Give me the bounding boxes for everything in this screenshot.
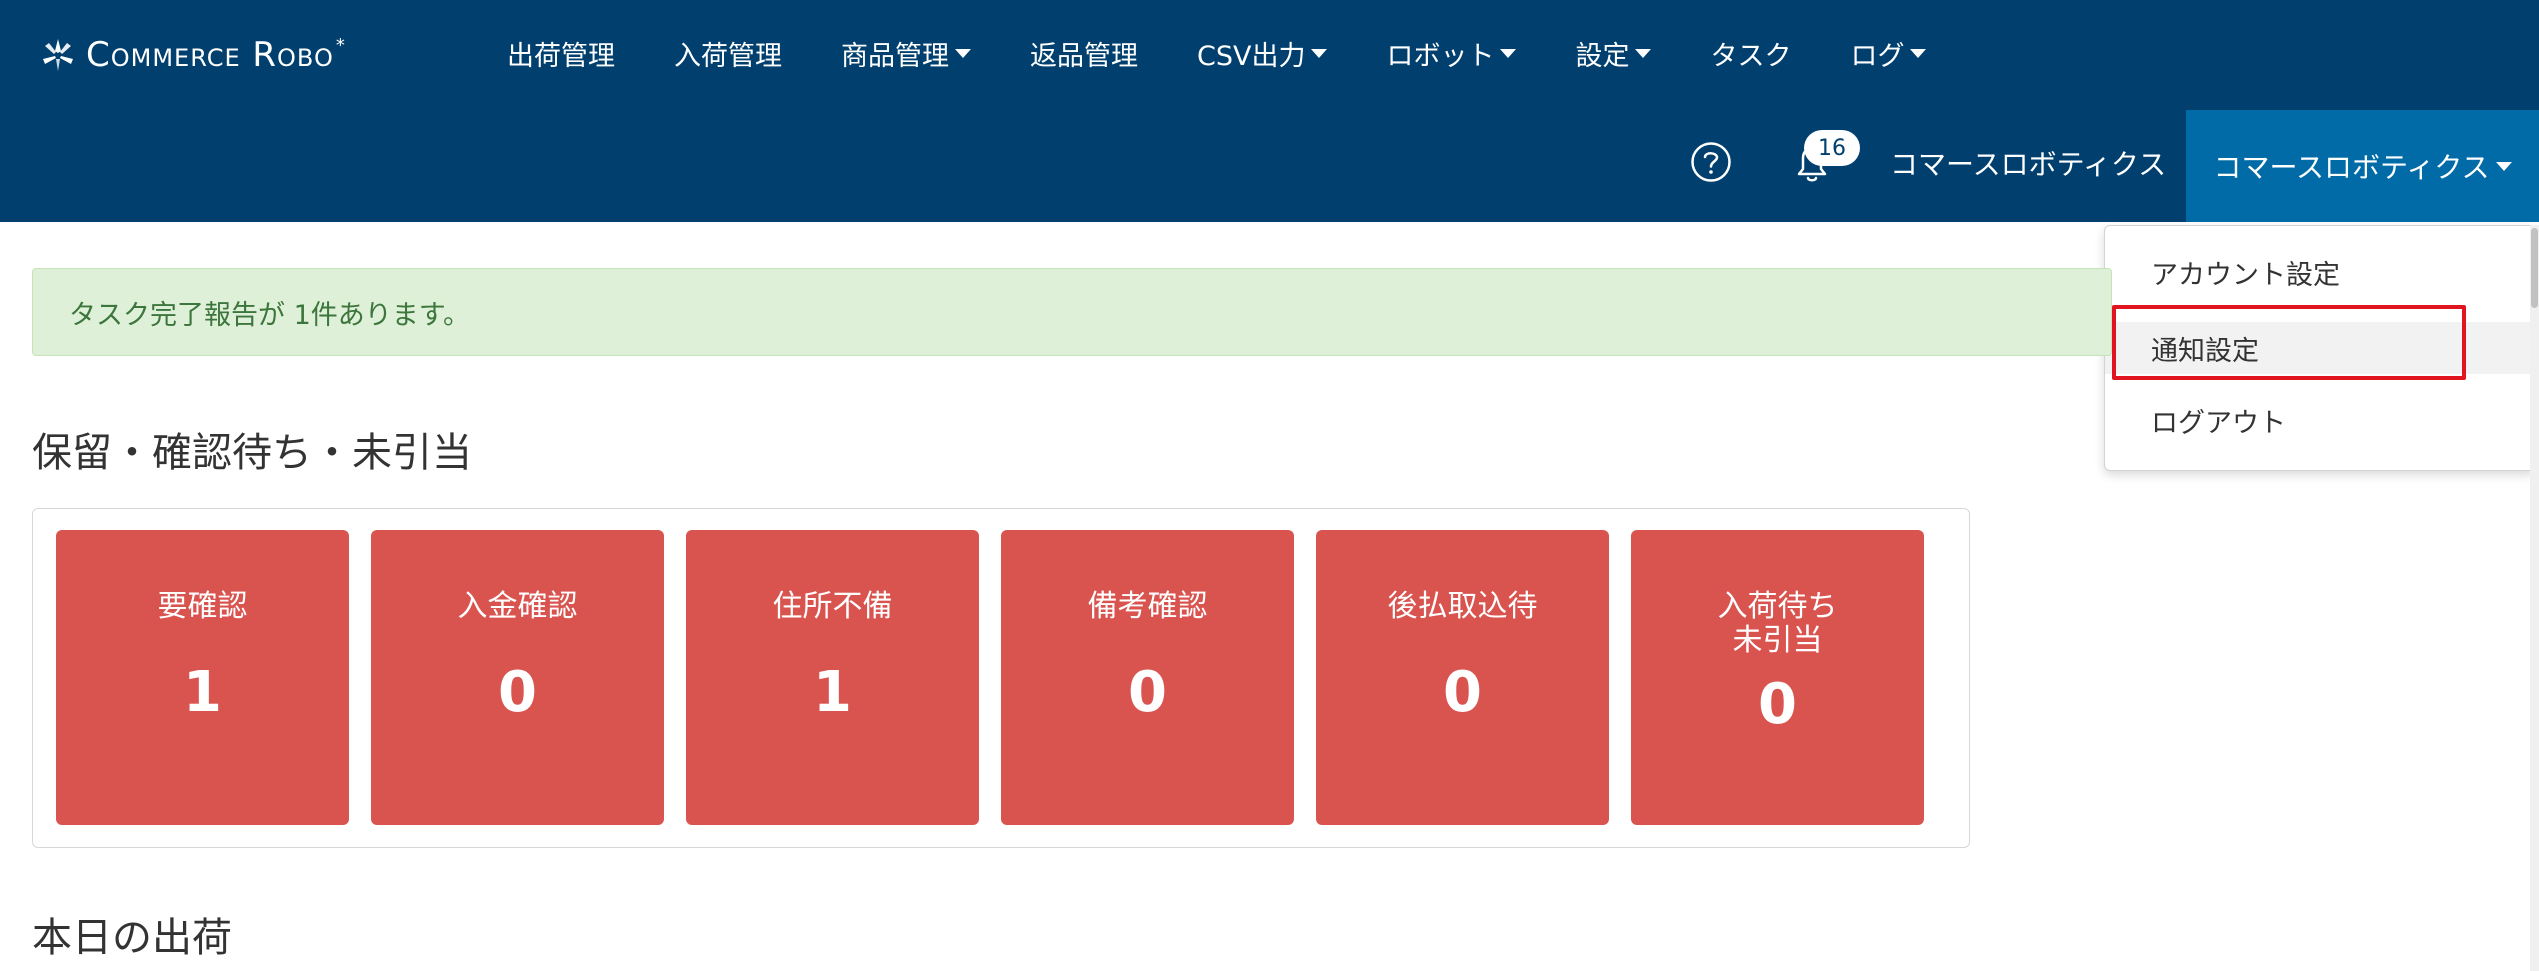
card-value: 0 — [498, 660, 537, 725]
card-label: 入金確認 — [457, 589, 578, 624]
nav-products[interactable]: 商品管理 — [841, 34, 971, 73]
user-dropdown-toggle[interactable]: コマースロボティクス — [2186, 110, 2539, 222]
status-card-remarks-check[interactable]: 備考確認 0 — [1001, 530, 1294, 825]
nav-returns[interactable]: 返品管理 — [1030, 34, 1138, 73]
nav-label: ログ — [1850, 40, 1905, 72]
nav-robot[interactable]: ロボット — [1386, 34, 1517, 73]
nav-settings[interactable]: 設定 — [1575, 34, 1652, 73]
menu-item-logout[interactable]: ログアウト — [2105, 394, 2535, 446]
task-complete-alert: タスク完了報告が 1件あります。 — [32, 268, 2112, 356]
nav-label: 設定 — [1575, 40, 1630, 72]
help-icon[interactable] — [1690, 141, 1732, 183]
menu-item-label: ログアウト — [2151, 407, 2286, 439]
card-label: 要確認 — [157, 589, 248, 624]
caret-down-icon — [1635, 48, 1652, 58]
nav-label: ロボット — [1386, 40, 1495, 72]
nav-shipping[interactable]: 出荷管理 — [507, 34, 615, 73]
nav-label: タスク — [1710, 40, 1792, 72]
card-label: 備考確認 — [1087, 589, 1208, 624]
card-value: 1 — [813, 660, 852, 725]
card-value: 1 — [183, 660, 222, 725]
card-value: 0 — [1758, 672, 1797, 737]
section-title-today-shipments: 本日の出荷 — [32, 915, 232, 961]
caret-down-icon — [955, 48, 971, 58]
card-label: 住所不備 — [772, 589, 893, 624]
user-name-link[interactable]: コマースロボティクス — [1890, 143, 2166, 183]
main-nav: 出荷管理 入荷管理 商品管理 返品管理 CSV出力 ロボット 設定 タスク ログ — [507, 28, 1985, 78]
nav-tasks[interactable]: タスク — [1710, 34, 1791, 73]
menu-item-account-settings[interactable]: アカウント設定 — [2105, 246, 2535, 298]
brand-name: Commerce Robo — [86, 35, 334, 75]
status-card-payment-confirmation[interactable]: 入金確認 0 — [371, 530, 664, 825]
card-value: 0 — [1443, 660, 1482, 725]
card-label: 後払取込待 — [1387, 589, 1538, 624]
page-scrollbar[interactable] — [2530, 225, 2539, 971]
card-label: 入荷待ち 未引当 — [1717, 589, 1838, 658]
caret-down-icon — [2495, 161, 2512, 171]
nav-label: 出荷管理 — [507, 40, 615, 72]
scrollbar-thumb[interactable] — [2531, 228, 2538, 308]
nav-logs[interactable]: ログ — [1850, 34, 1927, 73]
alert-text: タスク完了報告が 1件あります。 — [69, 299, 471, 331]
brand-star: * — [335, 34, 345, 56]
nav-label: CSV出力 — [1197, 40, 1306, 72]
card-value: 0 — [1128, 660, 1167, 725]
nav-receiving[interactable]: 入荷管理 — [674, 34, 782, 73]
notification-count-badge: 16 — [1804, 130, 1860, 166]
menu-item-label: アカウント設定 — [2151, 259, 2340, 291]
caret-down-icon — [1311, 48, 1328, 58]
section-title-hold: 保留・確認待ち・未引当 — [32, 430, 472, 476]
status-card-address-issue[interactable]: 住所不備 1 — [686, 530, 979, 825]
highlight-box — [2112, 305, 2466, 380]
brand-logo[interactable]: Commerce Robo * — [40, 30, 345, 80]
caret-down-icon — [1910, 48, 1927, 58]
caret-down-icon — [1500, 48, 1517, 58]
nav-label: 返品管理 — [1030, 40, 1138, 72]
user-dropdown-label: コマースロボティクス — [2213, 151, 2490, 184]
nav-label: 入荷管理 — [674, 40, 782, 72]
logo-mark-icon — [43, 39, 73, 71]
status-card-needs-confirmation[interactable]: 要確認 1 — [56, 530, 349, 825]
status-card-awaiting-stock[interactable]: 入荷待ち 未引当 0 — [1631, 530, 1924, 825]
status-card-deferred-payment[interactable]: 後払取込待 0 — [1316, 530, 1609, 825]
nav-csv-export[interactable]: CSV出力 — [1197, 34, 1328, 73]
nav-label: 商品管理 — [841, 40, 949, 72]
